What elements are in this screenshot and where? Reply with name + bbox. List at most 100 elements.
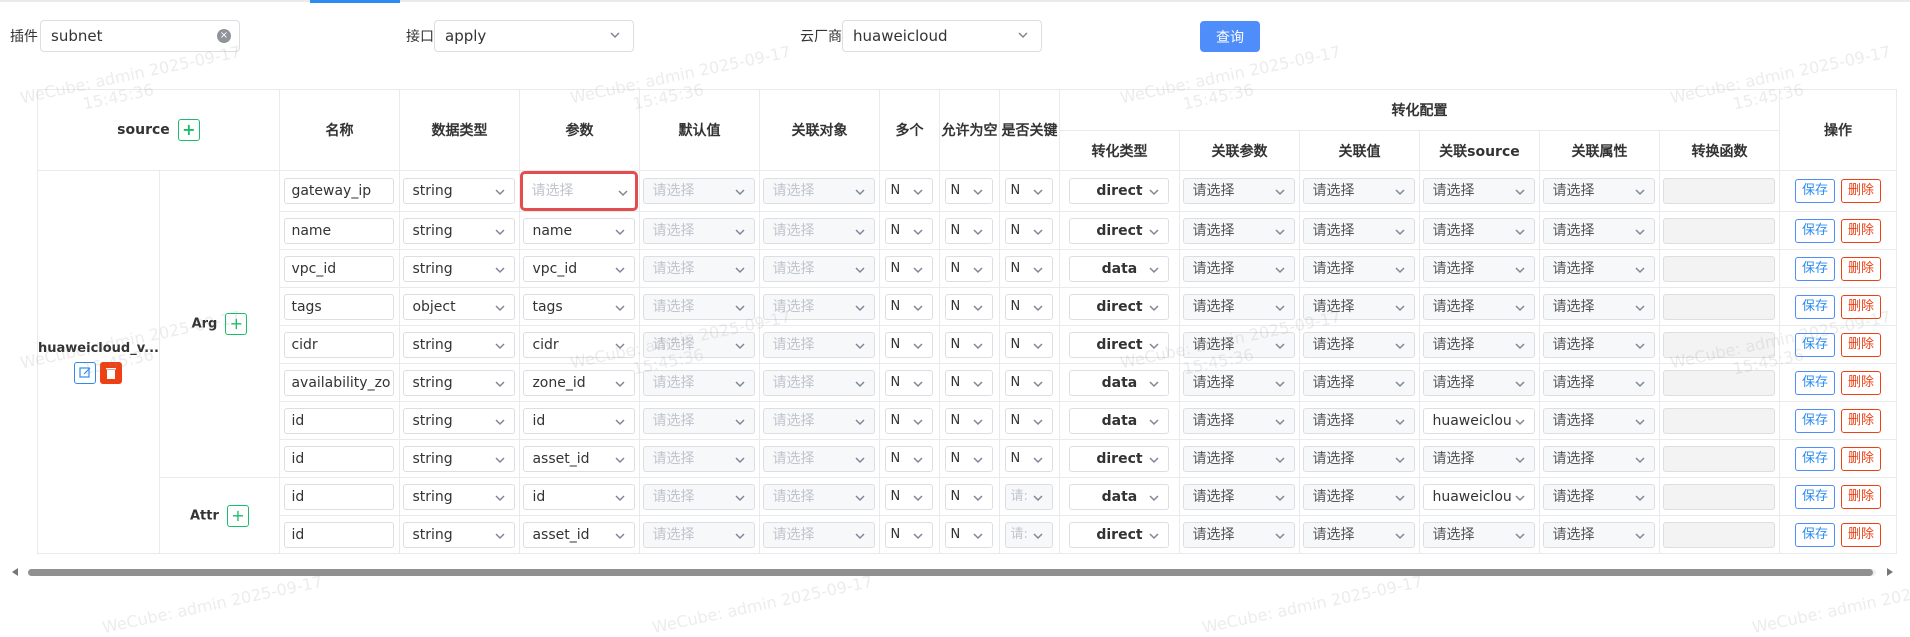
related-object-select[interactable]: 请选择: [763, 369, 876, 396]
multiple-select[interactable]: N: [885, 445, 934, 472]
multiple-select[interactable]: N: [885, 178, 934, 204]
multiple-select[interactable]: N: [885, 483, 934, 510]
nullable-select[interactable]: N: [945, 331, 994, 358]
transform-type-select[interactable]: direct: [1069, 331, 1170, 358]
transform-type-select[interactable]: data: [1069, 255, 1170, 282]
related-value-select[interactable]: 请选择: [1303, 331, 1416, 358]
param-select[interactable]: vpc_id: [523, 255, 636, 282]
delete-button[interactable]: 删除: [1840, 294, 1881, 319]
data-type-select[interactable]: string: [403, 255, 516, 282]
save-button[interactable]: 保存: [1794, 408, 1835, 433]
is-key-select[interactable]: 请:: [1005, 483, 1054, 510]
related-object-select[interactable]: 请选择: [763, 483, 876, 510]
related-value-select[interactable]: 请选择: [1303, 217, 1416, 244]
related-param-select[interactable]: 请选择: [1183, 407, 1296, 434]
related-source-select[interactable]: huaweiclou: [1423, 407, 1536, 434]
data-type-select[interactable]: string: [403, 217, 516, 244]
data-type-select[interactable]: string: [403, 521, 516, 548]
nullable-select[interactable]: N: [945, 483, 994, 510]
is-key-select[interactable]: N: [1005, 331, 1054, 358]
multiple-select[interactable]: N: [885, 369, 934, 396]
convert-func-input[interactable]: [1663, 217, 1776, 244]
scroll-thumb[interactable]: [28, 569, 1873, 576]
param-select[interactable]: 请选择: [520, 171, 639, 211]
scroll-right-icon[interactable]: [1887, 568, 1893, 576]
related-attr-select[interactable]: 请选择: [1543, 217, 1656, 244]
multiple-select[interactable]: N: [885, 407, 934, 434]
related-object-select[interactable]: 请选择: [763, 255, 876, 282]
param-select[interactable]: tags: [523, 293, 636, 320]
default-select[interactable]: 请选择: [643, 483, 756, 510]
nullable-select[interactable]: N: [945, 293, 994, 320]
default-select[interactable]: 请选择: [643, 445, 756, 472]
name-input[interactable]: availability_zo: [284, 369, 395, 396]
convert-func-input[interactable]: [1663, 445, 1776, 472]
related-attr-select[interactable]: 请选择: [1543, 407, 1656, 434]
param-select[interactable]: cidr: [523, 331, 636, 358]
scroll-left-icon[interactable]: [12, 568, 18, 576]
related-source-select[interactable]: 请选择: [1423, 521, 1536, 548]
data-type-select[interactable]: string: [403, 331, 516, 358]
save-button[interactable]: 保存: [1794, 256, 1835, 281]
default-select[interactable]: 请选择: [643, 331, 756, 358]
nullable-select[interactable]: N: [945, 217, 994, 244]
delete-button[interactable]: 删除: [1840, 484, 1881, 509]
plugin-input[interactable]: subnet ×: [40, 20, 240, 52]
name-input[interactable]: id: [284, 483, 395, 510]
convert-func-input[interactable]: [1663, 407, 1776, 434]
related-param-select[interactable]: 请选择: [1183, 483, 1296, 510]
transform-type-select[interactable]: direct: [1069, 217, 1170, 244]
data-type-select[interactable]: string: [403, 369, 516, 396]
data-type-select[interactable]: string: [403, 407, 516, 434]
related-object-select[interactable]: 请选择: [763, 178, 876, 204]
nullable-select[interactable]: N: [945, 178, 994, 204]
name-input[interactable]: vpc_id: [284, 255, 395, 282]
clear-icon[interactable]: ×: [217, 29, 231, 43]
convert-func-input[interactable]: [1663, 293, 1776, 320]
related-source-select[interactable]: 请选择: [1423, 445, 1536, 472]
multiple-select[interactable]: N: [885, 255, 934, 282]
related-source-select[interactable]: 请选择: [1423, 331, 1536, 358]
related-source-select[interactable]: huaweiclou: [1423, 483, 1536, 510]
save-button[interactable]: 保存: [1794, 294, 1835, 319]
related-attr-select[interactable]: 请选择: [1543, 369, 1656, 396]
default-select[interactable]: 请选择: [643, 255, 756, 282]
related-attr-select[interactable]: 请选择: [1543, 445, 1656, 472]
delete-button[interactable]: 删除: [1840, 256, 1881, 281]
is-key-select[interactable]: N: [1005, 407, 1054, 434]
transform-type-select[interactable]: data: [1069, 369, 1170, 396]
horizontal-scrollbar[interactable]: [10, 566, 1895, 578]
param-select[interactable]: id: [523, 407, 636, 434]
data-type-select[interactable]: object: [403, 293, 516, 320]
related-source-select[interactable]: 请选择: [1423, 178, 1536, 204]
delete-button[interactable]: 删除: [1840, 408, 1881, 433]
delete-button[interactable]: 删除: [1840, 370, 1881, 395]
param-select[interactable]: asset_id: [523, 521, 636, 548]
related-param-select[interactable]: 请选择: [1183, 255, 1296, 282]
related-value-select[interactable]: 请选择: [1303, 293, 1416, 320]
transform-type-select[interactable]: direct: [1069, 521, 1170, 548]
add-attr-button[interactable]: +: [226, 504, 249, 527]
convert-func-input[interactable]: [1663, 483, 1776, 510]
related-param-select[interactable]: 请选择: [1183, 178, 1296, 204]
name-input[interactable]: id: [284, 445, 395, 472]
is-key-select[interactable]: N: [1005, 217, 1054, 244]
related-value-select[interactable]: 请选择: [1303, 407, 1416, 434]
related-value-select[interactable]: 请选择: [1303, 178, 1416, 204]
related-value-select[interactable]: 请选择: [1303, 369, 1416, 396]
related-source-select[interactable]: 请选择: [1423, 369, 1536, 396]
data-type-select[interactable]: string: [403, 483, 516, 510]
related-attr-select[interactable]: 请选择: [1543, 293, 1656, 320]
multiple-select[interactable]: N: [885, 521, 934, 548]
param-select[interactable]: id: [523, 483, 636, 510]
convert-func-input[interactable]: [1663, 255, 1776, 282]
multiple-select[interactable]: N: [885, 331, 934, 358]
is-key-select[interactable]: N: [1005, 293, 1054, 320]
save-button[interactable]: 保存: [1794, 218, 1835, 243]
name-input[interactable]: id: [284, 521, 395, 548]
edit-icon[interactable]: [74, 361, 97, 384]
related-value-select[interactable]: 请选择: [1303, 255, 1416, 282]
related-param-select[interactable]: 请选择: [1183, 331, 1296, 358]
related-source-select[interactable]: 请选择: [1423, 293, 1536, 320]
default-select[interactable]: 请选择: [643, 369, 756, 396]
